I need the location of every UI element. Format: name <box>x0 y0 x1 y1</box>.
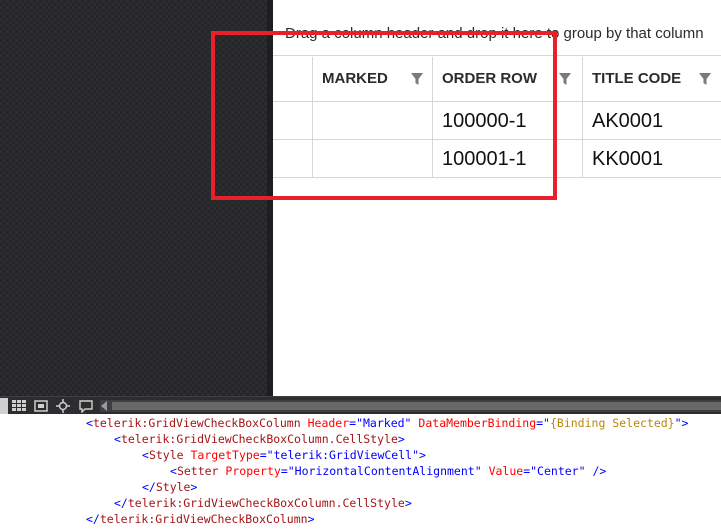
column-header-label: ORDER ROW <box>442 70 537 87</box>
code-line-6: </telerik:GridViewCheckBoxColumn.CellSty… <box>114 496 412 510</box>
grid-view-icon[interactable] <box>0 398 8 414</box>
table-row[interactable]: 100001-1 KK0001 <box>273 140 721 178</box>
rad-grid-view: Drag a column header and drop it here to… <box>273 0 721 396</box>
filter-icon[interactable] <box>558 72 572 86</box>
group-panel[interactable]: Drag a column header and drop it here to… <box>273 12 721 56</box>
designer-canvas-background <box>0 0 267 396</box>
column-header-order-row[interactable]: ORDER ROW <box>433 57 583 101</box>
comment-icon[interactable] <box>77 398 95 414</box>
row-indicator <box>273 102 313 140</box>
cell-order-row[interactable]: 100000-1 <box>433 102 583 140</box>
cell-title-code[interactable]: AK0001 <box>583 102 721 140</box>
row-indicator-header <box>273 57 313 101</box>
row-indicator <box>273 140 313 178</box>
designer-toolbar <box>0 396 721 415</box>
snap-grid-icon[interactable] <box>10 398 28 414</box>
code-line-1: <telerik:GridViewCheckBoxColumn Header="… <box>86 416 689 430</box>
cell-marked[interactable] <box>313 140 433 178</box>
table-row[interactable]: 100000-1 AK0001 <box>273 102 721 140</box>
scrollbar-thumb[interactable] <box>112 402 721 410</box>
code-line-2: <telerik:GridViewCheckBoxColumn.CellStyl… <box>114 432 405 446</box>
grid-header-row: MARKED ORDER ROW TITLE CODE <box>273 57 721 102</box>
filter-icon[interactable] <box>698 72 712 86</box>
code-line-5: </Style> <box>142 480 198 494</box>
filter-icon[interactable] <box>410 72 424 86</box>
column-header-marked[interactable]: MARKED <box>313 57 433 101</box>
group-panel-text: Drag a column header and drop it here to… <box>285 25 704 42</box>
code-line-4: <Setter Property="HorizontalContentAlign… <box>170 464 607 478</box>
code-line-3: <Style TargetType="telerik:GridViewCell"… <box>142 448 426 462</box>
column-header-label: MARKED <box>322 70 388 87</box>
scroll-left-arrow-icon[interactable] <box>101 401 107 411</box>
cell-order-row[interactable]: 100001-1 <box>433 140 583 178</box>
code-line-7: </telerik:GridViewCheckBoxColumn> <box>86 512 315 526</box>
xaml-code-editor[interactable]: <telerik:GridViewCheckBoxColumn Header="… <box>0 414 721 530</box>
cell-marked[interactable] <box>313 102 433 140</box>
column-header-label: TITLE CODE <box>592 70 682 87</box>
fit-selection-icon[interactable] <box>32 398 50 414</box>
column-header-title-code[interactable]: TITLE CODE <box>583 57 721 101</box>
crosshair-icon[interactable] <box>54 398 72 414</box>
cell-title-code[interactable]: KK0001 <box>583 140 721 178</box>
